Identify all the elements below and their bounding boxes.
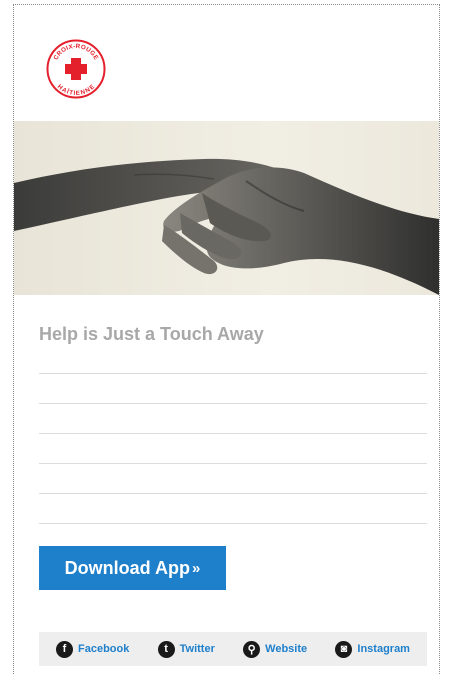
instagram-label: Instagram — [357, 643, 410, 655]
website-label: Website — [265, 643, 308, 655]
facebook-icon: f — [56, 640, 73, 658]
download-app-button[interactable]: Download App » — [39, 546, 226, 590]
divider — [39, 463, 427, 464]
website-link[interactable]: ⚲ Website — [243, 640, 308, 658]
divider — [39, 493, 427, 494]
link-icon: ⚲ — [243, 640, 261, 658]
chevron-right-icon: » — [191, 559, 201, 577]
twitter-link[interactable]: t Twitter — [157, 640, 215, 658]
facebook-link[interactable]: f Facebook — [56, 640, 130, 658]
divider — [39, 523, 427, 524]
twitter-icon: t — [157, 640, 175, 658]
instagram-icon: ◙ — [335, 640, 353, 658]
social-bar: f Facebook t Twitter ⚲ Website ◙ Instagr… — [39, 632, 427, 666]
hero-image — [14, 121, 439, 295]
download-app-label: Download App — [64, 557, 190, 578]
divider — [39, 373, 427, 374]
page-headline: Help is Just a Touch Away — [39, 324, 264, 344]
croix-rouge-logo: CROIX-ROUGE HAÏTIENNE — [46, 39, 106, 99]
instagram-link[interactable]: ◙ Instagram — [335, 640, 410, 658]
facebook-label: Facebook — [78, 643, 130, 655]
divider — [39, 403, 427, 404]
divider — [39, 433, 427, 434]
twitter-label: Twitter — [179, 643, 215, 655]
